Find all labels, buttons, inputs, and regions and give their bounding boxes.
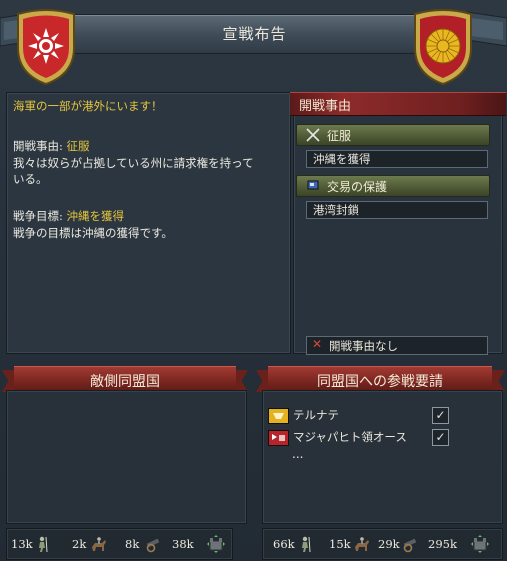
ally-strength-bar: 66k 15k 29k 295k xyxy=(262,528,503,560)
attacker-shield-icon xyxy=(17,9,75,86)
fort-ship-icon xyxy=(471,535,489,553)
more-allies-ellipsis: ... xyxy=(292,447,304,461)
cb-description-cont: いる。 xyxy=(13,172,48,186)
crossed-swords-icon xyxy=(306,128,320,142)
enemy-infantry-value: 13k xyxy=(11,537,33,551)
enemy-cavalry-value: 2k xyxy=(72,537,87,551)
cb-label: 開戦事由: 征服 xyxy=(13,139,90,153)
x-mark-icon: ✕ xyxy=(312,337,323,351)
artillery-icon xyxy=(146,538,160,553)
defender-shield-icon xyxy=(414,9,472,86)
call-allies-header: 同盟国への参戦要請 xyxy=(317,374,443,390)
ally-artillery-value: 29k xyxy=(378,537,400,551)
cb-trade-protection-header[interactable]: 交易の保護 xyxy=(296,175,490,197)
infantry-icon xyxy=(39,536,48,553)
cb-value: 征服 xyxy=(66,139,90,153)
cavalry-icon xyxy=(355,537,369,551)
majapahit-flag-icon xyxy=(268,430,289,446)
title-bar: 宣戦布告 xyxy=(52,14,457,54)
no-cb-option[interactable]: ✕ 開戦事由なし xyxy=(306,336,488,355)
artillery-icon xyxy=(403,538,417,553)
ally-checkbox-ternate[interactable]: ✓ xyxy=(432,407,449,424)
enemy-allies-header: 敵側同盟国 xyxy=(90,374,160,390)
navy-alert-text: 海軍の一部が港外にいます！ xyxy=(13,99,163,113)
war-goal-value: 沖縄を獲得 xyxy=(66,209,125,223)
fort-ship-icon xyxy=(207,535,225,553)
ally-checkbox-majapahit[interactable]: ✓ xyxy=(432,429,449,446)
cb-option-blockade[interactable]: 港湾封鎖 xyxy=(306,201,488,219)
enemy-navy-value: 38k xyxy=(172,537,194,551)
enemy-allies-list xyxy=(6,390,247,524)
cb-conquest-header[interactable]: 征服 xyxy=(296,124,490,146)
window-title: 宣戦布告 xyxy=(222,25,287,43)
trade-flag-icon xyxy=(307,180,319,190)
enemy-artillery-value: 8k xyxy=(125,537,140,551)
cb-description: 我々は奴らが占拠している州に請求権を持って xyxy=(13,156,254,170)
cb-option-okinawa[interactable]: 沖縄を獲得 xyxy=(306,150,488,168)
infantry-icon xyxy=(302,536,311,553)
ally-navy-value: 295k xyxy=(428,537,457,551)
cavalry-icon xyxy=(92,537,106,551)
ally-row-ternate: テルナテ ✓ xyxy=(268,407,454,425)
ternate-flag-icon xyxy=(268,408,289,424)
war-goal-label: 戦争目標: 沖縄を獲得 xyxy=(13,209,125,223)
ally-cavalry-value: 15k xyxy=(329,537,351,551)
ally-row-majapahit: マジャパヒト領オース ✓ xyxy=(268,429,454,447)
casus-belli-header: 開戦事由 xyxy=(290,92,506,116)
ally-infantry-value: 66k xyxy=(273,537,295,551)
war-goal-description: 戦争の目標は沖縄の獲得です。 xyxy=(13,226,173,240)
enemy-strength-bar: 13k 2k 8k 38k xyxy=(6,528,233,560)
